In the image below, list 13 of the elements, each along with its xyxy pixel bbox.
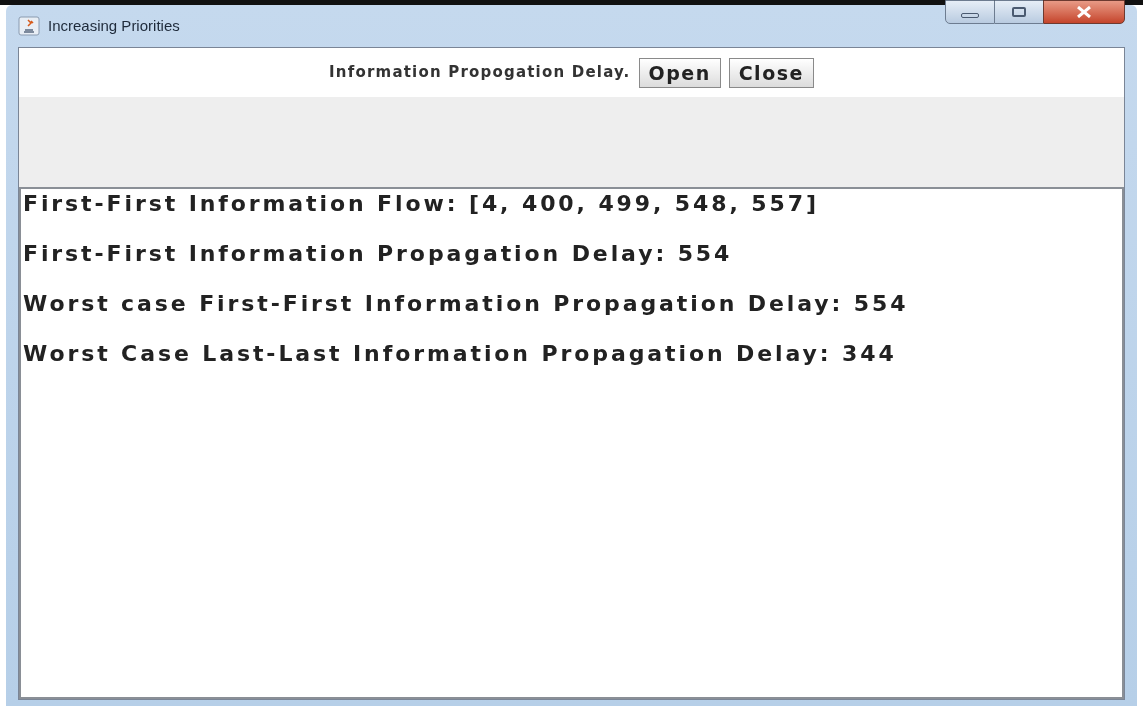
cup-icon [18, 16, 40, 36]
output-line: First-First Information Flow: [4, 400, 499, 548, 557] [23, 191, 819, 217]
output-line: Worst Case Last-Last Information Propagation Delay: 344 [23, 341, 897, 367]
close-icon [1076, 6, 1092, 18]
output-line: First-First Information Propagation Delay: 554 [23, 241, 733, 267]
toolbar-button[interactable]: Open [638, 57, 721, 88]
toolbar-button[interactable]: Close [728, 57, 814, 88]
toolbar-label: Information Propogation Delay. [329, 62, 631, 84]
window-title: Increasing Priorities [48, 15, 180, 36]
maximize-button[interactable] [995, 0, 1043, 24]
output-line: Worst case First-First Information Propagation Delay: 554 [23, 291, 909, 317]
minimize-button[interactable] [945, 0, 995, 24]
close-window-button[interactable] [1043, 0, 1125, 24]
